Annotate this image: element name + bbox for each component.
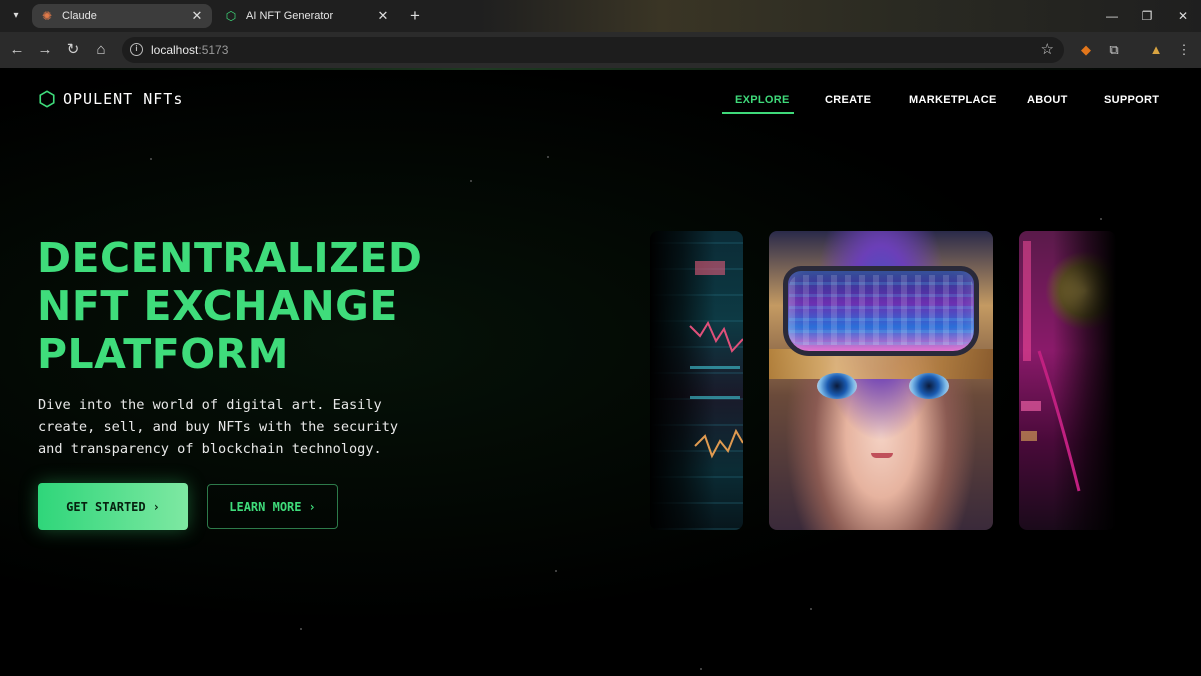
learn-more-button[interactable]: LEARN MORE › [207, 484, 338, 529]
nav-support[interactable]: SUPPORT [1104, 94, 1159, 106]
minimize-icon[interactable]: — [1094, 0, 1130, 32]
profile-extension-icon[interactable]: ▲ [1146, 40, 1166, 60]
visor-city-reflection [789, 275, 973, 345]
subtitle-line: Dive into the world of digital art. Easi… [38, 397, 382, 413]
restore-icon[interactable]: ❐ [1129, 0, 1165, 32]
nft-card-crypto-coin[interactable] [1019, 231, 1116, 530]
new-tab-plus-icon[interactable]: + [405, 6, 425, 26]
headline-line: NFT EXCHANGE [37, 282, 398, 330]
background-star [810, 608, 812, 610]
close-tab-icon[interactable]: ✕ [190, 8, 204, 24]
background-star [555, 570, 557, 572]
nav-marketplace[interactable]: MARKETPLACE [909, 94, 997, 106]
subtitle-line: create, sell, and buy NFTs with the secu… [38, 419, 399, 435]
background-star [547, 156, 549, 158]
artwork-eye [909, 373, 949, 399]
claude-icon: ✺ [41, 9, 53, 23]
extensions-puzzle-icon[interactable]: ⧉ [1104, 40, 1124, 60]
more-menu-icon[interactable]: ⋮ [1174, 40, 1194, 60]
tab-title: Claude [62, 10, 97, 22]
nft-card-vr-girl[interactable] [769, 231, 993, 530]
headline-line: DECENTRALIZED [37, 234, 423, 282]
learn-more-label: LEARN MORE [229, 499, 302, 514]
headline-line: PLATFORM [37, 330, 289, 378]
hero-headline: DECENTRALIZED NFT EXCHANGE PLATFORM [37, 234, 422, 378]
nav-explore[interactable]: EXPLORE [735, 94, 790, 106]
close-tab-icon[interactable]: ✕ [376, 8, 390, 24]
background-star [700, 668, 702, 670]
artwork-eye [817, 373, 857, 399]
background-star [1100, 218, 1102, 220]
hero-subtitle: Dive into the world of digital art. Easi… [38, 394, 458, 460]
reload-icon[interactable]: ↻ [63, 40, 83, 60]
nav-create[interactable]: CREATE [825, 94, 871, 106]
artwork-mouth [871, 453, 893, 458]
active-nav-underline [722, 112, 794, 114]
hexagon-icon: ⬡ [225, 9, 237, 23]
address-bar[interactable]: i localhost:5173 ☆ [122, 37, 1064, 63]
logo-text: OPULENT NFTs [63, 90, 184, 108]
home-icon[interactable]: ⌂ [91, 40, 111, 60]
chevron-right-icon: › [152, 499, 160, 514]
tab-claude[interactable]: ✺ Claude ✕ [32, 4, 212, 28]
url-text: localhost:5173 [151, 43, 229, 57]
tab-title: AI NFT Generator [246, 10, 334, 22]
browser-tab-strip: ▾ ✺ Claude ✕ ⬡ AI NFT Generator ✕ + — ❐ … [0, 0, 1201, 32]
subtitle-line: and transparency of blockchain technolog… [38, 441, 382, 457]
crypto-city-artwork [1021, 241, 1081, 492]
nav-about[interactable]: ABOUT [1027, 94, 1068, 106]
hexagon-logo-icon [39, 90, 55, 108]
bookmark-star-icon[interactable]: ☆ [1041, 40, 1054, 58]
forward-arrow-icon[interactable]: → [35, 40, 55, 60]
get-started-label: GET STARTED [66, 499, 146, 514]
browser-toolbar: ← → ↻ ⌂ i localhost:5173 ☆ ◆ ⧉ ▲ ⋮ [0, 32, 1201, 68]
metamask-extension-icon[interactable]: ◆ [1076, 40, 1096, 60]
back-arrow-icon[interactable]: ← [7, 40, 27, 60]
background-star [300, 628, 302, 630]
chevron-right-icon: › [308, 499, 316, 514]
trading-chart-artwork [689, 261, 743, 459]
tab-ai-nft-generator[interactable]: ⬡ AI NFT Generator ✕ [216, 4, 398, 28]
background-star [470, 180, 472, 182]
tab-search-chevron-icon[interactable]: ▾ [6, 7, 26, 25]
site-logo[interactable]: OPULENT NFTs [38, 90, 183, 108]
close-window-icon[interactable]: ✕ [1165, 0, 1201, 32]
nft-card-trading-chart[interactable] [650, 231, 743, 530]
nft-landing-page: OPULENT NFTs EXPLORE CREATE MARKETPLACE … [0, 68, 1201, 676]
site-info-icon[interactable]: i [130, 43, 143, 56]
background-star [150, 158, 152, 160]
get-started-button[interactable]: GET STARTED › [38, 483, 188, 530]
